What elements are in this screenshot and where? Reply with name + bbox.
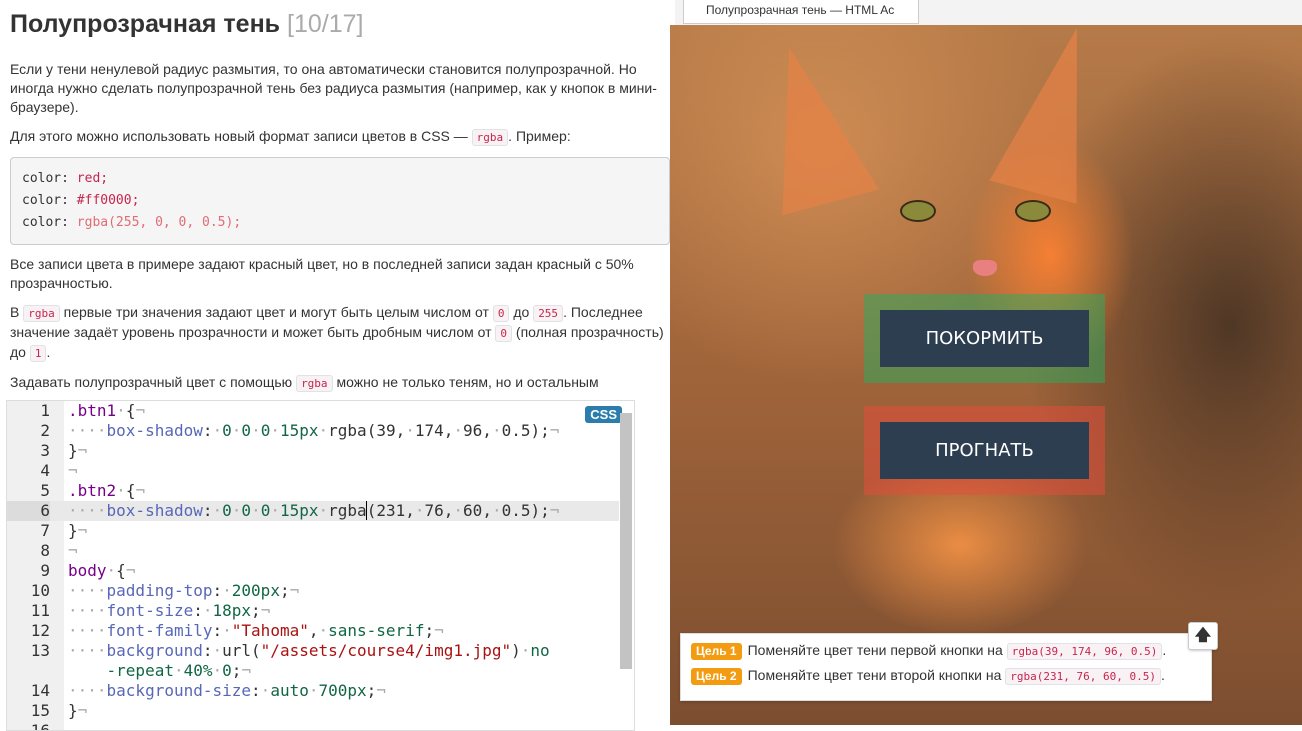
- theory-panel: Полупрозрачная тень [10/17] Если у тени …: [0, 0, 675, 396]
- paragraph-1: Если у тени ненулевой радиус размытия, т…: [10, 61, 657, 115]
- code-line[interactable]: 7}¬: [7, 521, 619, 541]
- code-example: color: red; color: #ff0000; color: rgba(…: [10, 157, 670, 245]
- code-line[interactable]: -repeat·40%·0;¬: [7, 661, 619, 681]
- paragraph-5: Задавать полупрозрачный цвет с помощью r…: [10, 374, 599, 396]
- code-line[interactable]: 14 ····background-size:·auto·700px;¬: [7, 681, 619, 701]
- kitten-ear-left: [740, 34, 880, 216]
- code-line[interactable]: 8 ¬: [7, 541, 619, 561]
- code-line-active[interactable]: 6 ····box-shadow:·0·0·0·15px·rgba(231,·76…: [7, 501, 619, 521]
- kitten-ear-right: [989, 25, 1121, 204]
- page-title: Полупрозрачная тень [10/17]: [10, 8, 665, 40]
- preview-tab[interactable]: Полупрозрачная тень — HTML Ac: [683, 0, 919, 24]
- code-line[interactable]: 9 body·{¬: [7, 561, 619, 581]
- inline-code: 0: [495, 325, 513, 342]
- paragraph-4: В rgba первые три значения задают цвет и…: [10, 304, 664, 362]
- lesson-title: Полупрозрачная тень: [10, 10, 281, 38]
- goal-badge: Цель 1: [691, 643, 742, 660]
- inline-code: rgba: [471, 129, 509, 146]
- code-line[interactable]: 5 .btn2·{¬: [7, 481, 619, 501]
- code-line[interactable]: 2 ····box-shadow:·0·0·0·15px·rgba(39,·174…: [7, 421, 619, 441]
- inline-code: 1: [29, 345, 47, 362]
- code-line[interactable]: 16: [7, 721, 619, 730]
- inline-code: rgba: [296, 375, 333, 392]
- kitten-eye-right: [1015, 200, 1051, 222]
- goal-badge: Цель 2: [691, 668, 742, 685]
- code-line[interactable]: 11 ····font-size:·18px;¬: [7, 601, 619, 621]
- goal-1: Цель 1 Поменяйте цвет тени первой кнопки …: [691, 640, 1166, 660]
- inline-code: 255: [533, 305, 564, 322]
- code-line[interactable]: 1 .btn1·{¬: [7, 401, 619, 421]
- code-line[interactable]: 4 ¬: [7, 461, 619, 481]
- code-line[interactable]: 15}¬: [7, 701, 619, 721]
- code-line[interactable]: 12 ····font-family:·"Tahoma",·sans-serif;…: [7, 621, 619, 641]
- kitten-nose: [973, 260, 997, 276]
- paragraph-3: Все записи цвета в примере задают красны…: [10, 256, 634, 291]
- goal-code: rgba(39, 174, 96, 0.5): [1006, 643, 1163, 660]
- code-line[interactable]: 10 ····padding-top:·200px;¬: [7, 581, 619, 601]
- language-badge: CSS: [585, 406, 622, 423]
- kitten-eye-left: [900, 200, 936, 222]
- inline-code: 0: [492, 305, 510, 322]
- feed-button[interactable]: ПОКОРМИТЬ: [880, 310, 1089, 367]
- paragraph-2: Для этого можно использовать новый форма…: [10, 128, 571, 146]
- goal-code: rgba(231, 76, 60, 0.5): [1005, 668, 1161, 685]
- css-code-editor[interactable]: 1 .btn1·{¬ 2 ····box-shadow:·0·0·0·15px·rg…: [6, 400, 635, 731]
- arrow-up-icon[interactable]: 🡅: [1188, 622, 1218, 650]
- code-line[interactable]: 3}¬: [7, 441, 619, 461]
- scrollbar-thumb[interactable]: [620, 413, 632, 669]
- inline-code: rgba: [23, 305, 60, 322]
- text-cursor: [365, 501, 367, 520]
- goal-2: Цель 2 Поменяйте цвет тени второй кнопки …: [691, 665, 1165, 685]
- editor-scrollbar[interactable]: [620, 405, 632, 723]
- goals-panel: Цель 1 Поменяйте цвет тени первой кнопки …: [680, 633, 1212, 701]
- code-line[interactable]: 13 ····background:·url("/assets/course4/i…: [7, 641, 619, 661]
- chase-away-button[interactable]: ПРОГНАТЬ: [880, 422, 1089, 479]
- lesson-counter: [10/17]: [287, 10, 364, 38]
- mini-browser-preview: ПОКОРМИТЬ ПРОГНАТЬ: [670, 25, 1302, 725]
